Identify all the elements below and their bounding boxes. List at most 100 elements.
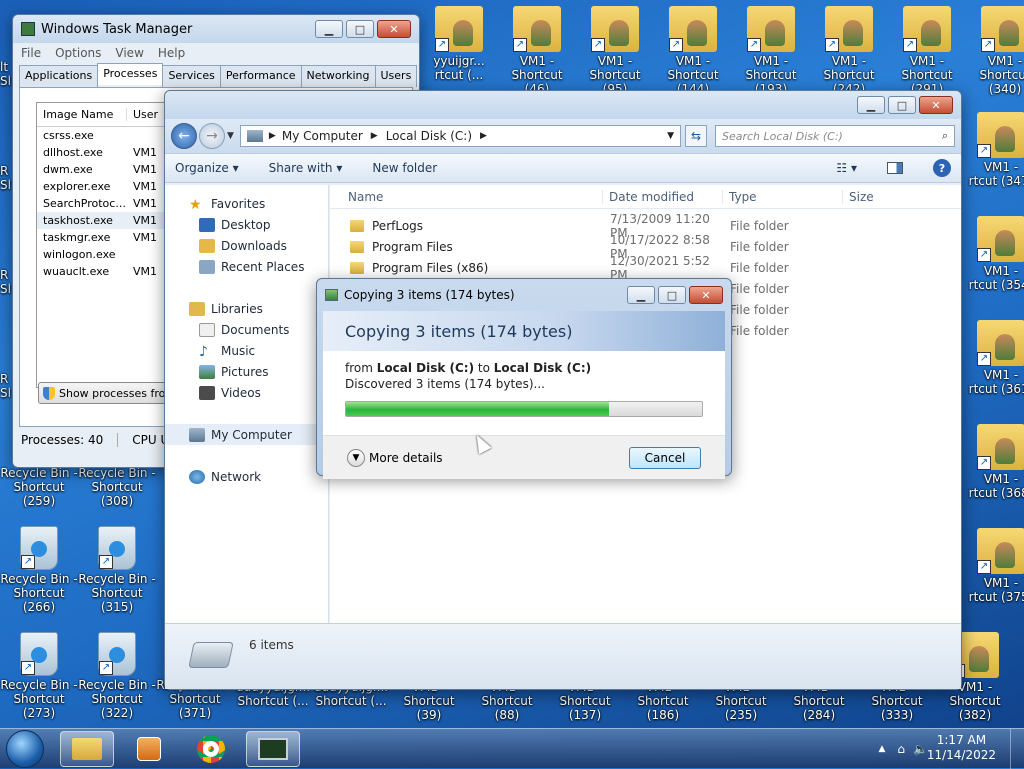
start-button[interactable]: [6, 729, 44, 768]
taskbar-media-player[interactable]: [122, 731, 176, 767]
menu-view[interactable]: View: [115, 46, 143, 60]
column-type[interactable]: Type: [722, 189, 842, 204]
show-processes-button[interactable]: Show processes from: [38, 382, 178, 404]
breadcrumb-my-computer[interactable]: My Computer: [282, 129, 363, 143]
nav-my-computer[interactable]: My Computer: [165, 424, 328, 445]
menu-help[interactable]: Help: [158, 46, 185, 60]
back-button[interactable]: ←: [171, 123, 197, 149]
process-list[interactable]: Image Name User csrss.exe dllhost.exe VM1 d…: [36, 102, 166, 388]
minimize-button[interactable]: ▁: [315, 20, 343, 38]
source-location[interactable]: Local Disk (C:): [377, 361, 474, 375]
tab-users[interactable]: Users: [374, 65, 418, 87]
tab-services[interactable]: Services: [162, 65, 221, 87]
taskbar-chrome[interactable]: [184, 731, 238, 767]
desktop-shortcut[interactable]: ↗ VM1 - rtcut (368): [962, 424, 1024, 500]
desktop-shortcut[interactable]: ↗ VM1 - Shortcut (242): [810, 6, 888, 96]
process-row[interactable]: SearchProtoc... VM1: [37, 195, 165, 212]
share-with-button[interactable]: Share with ▾: [269, 161, 343, 175]
help-icon[interactable]: ?: [933, 159, 951, 177]
desktop-shortcut-partial-label[interactable]: R Sl: [0, 268, 12, 296]
cancel-button[interactable]: Cancel: [629, 446, 701, 469]
more-details-toggle[interactable]: ▼ More details: [347, 448, 443, 467]
column-size[interactable]: Size: [842, 189, 942, 204]
column-date-modified[interactable]: Date modified: [602, 189, 722, 204]
desktop-shortcut[interactable]: ↗ VM1 - rtcut (361): [962, 320, 1024, 396]
process-row[interactable]: dllhost.exe VM1: [37, 144, 165, 161]
tab-processes[interactable]: Processes: [97, 63, 164, 85]
desktop-recycle-bin-shortcut[interactable]: ↗ Recycle Bin - Shortcut (266): [0, 526, 78, 614]
desktop-shortcut[interactable]: ↗ VM1 - rtcut (375): [962, 528, 1024, 604]
chevron-right-icon[interactable]: ▶: [371, 131, 378, 141]
copy-dialog-titlebar[interactable]: Copying 3 items (174 bytes) ▁ □ ✕: [317, 279, 731, 311]
taskbar-task-manager[interactable]: [246, 730, 300, 767]
organize-button[interactable]: Organize ▾: [175, 161, 239, 175]
process-row[interactable]: csrss.exe: [37, 127, 165, 144]
column-name[interactable]: Name: [330, 190, 602, 204]
network-tray-icon[interactable]: ⌂: [897, 742, 905, 756]
forward-button[interactable]: →: [199, 123, 225, 149]
maximize-button[interactable]: □: [346, 20, 374, 38]
maximize-button[interactable]: □: [658, 286, 686, 304]
task-manager-titlebar[interactable]: Windows Task Manager ▁ □ ✕: [13, 15, 419, 43]
show-hidden-icons[interactable]: ▲: [879, 744, 886, 754]
menu-file[interactable]: File: [21, 46, 41, 60]
new-folder-button[interactable]: New folder: [372, 161, 437, 175]
desktop-shortcut[interactable]: ↗ Recycle Bin - Shortcut (322): [78, 632, 156, 720]
close-button[interactable]: ✕: [689, 286, 723, 304]
taskbar-explorer[interactable]: [60, 730, 114, 767]
nav-network[interactable]: Network: [165, 466, 328, 487]
process-row[interactable]: taskhost.exe VM1: [37, 212, 165, 229]
address-bar[interactable]: ▶ My Computer ▶ Local Disk (C:) ▶ ▼: [239, 125, 681, 147]
nav-favorites[interactable]: ★ Favorites: [189, 193, 328, 214]
explorer-titlebar[interactable]: ▁ □ ✕: [165, 91, 961, 119]
preview-pane-icon[interactable]: [887, 162, 903, 174]
column-image-name[interactable]: Image Name: [37, 108, 127, 121]
nav-documents[interactable]: Documents: [189, 319, 328, 340]
search-icon[interactable]: ⌕: [942, 129, 948, 143]
desktop-shortcut[interactable]: ↗ VM1 - Shortcut (46): [498, 6, 576, 96]
volume-icon[interactable]: 🔈: [913, 742, 928, 756]
desktop-shortcut[interactable]: ↗ yyuijgr... rtcut (...: [420, 6, 498, 82]
nav-libraries[interactable]: Libraries: [189, 298, 328, 319]
process-row[interactable]: wuauclt.exe VM1: [37, 263, 165, 280]
desktop-shortcut[interactable]: ↗ VM1 - rtcut (354): [962, 216, 1024, 292]
refresh-button[interactable]: ⇆: [685, 125, 707, 147]
process-row[interactable]: taskmgr.exe VM1: [37, 229, 165, 246]
file-row[interactable]: Program Files (x86) 12/30/2021 5:52 PM Fil…: [330, 254, 961, 282]
nav-videos[interactable]: Videos: [189, 382, 328, 403]
copy-progress-dialog[interactable]: Copying 3 items (174 bytes) ▁ □ ✕ Copyin…: [316, 278, 732, 479]
desktop-shortcut[interactable]: ↗ VM1 - Shortcut (291): [888, 6, 966, 96]
maximize-button[interactable]: □: [888, 96, 916, 114]
address-dropdown-icon[interactable]: ▼: [667, 131, 674, 141]
tab-applications[interactable]: Applications: [19, 65, 99, 87]
desktop-shortcut[interactable]: ↗ VM1 - Shortcut (144): [654, 6, 732, 96]
desktop-shortcut[interactable]: ↗ VM1 - Shortcut (193): [732, 6, 810, 96]
system-clock[interactable]: 1:17 AM 11/14/2022: [927, 733, 996, 763]
desktop-shortcut[interactable]: ↗ VM1 - rtcut (347): [962, 112, 1024, 188]
close-button[interactable]: ✕: [377, 20, 411, 38]
desktop-shortcut[interactable]: ↗ Recycle Bin - Shortcut (273): [0, 632, 78, 720]
desktop-shortcut[interactable]: ↗ VM1 - Shortcut (340): [966, 6, 1024, 96]
minimize-button[interactable]: ▁: [627, 286, 655, 304]
desktop-shortcut-partial-label[interactable]: R Sl: [0, 164, 12, 192]
minimize-button[interactable]: ▁: [857, 96, 885, 114]
tab-networking[interactable]: Networking: [300, 65, 376, 87]
column-user[interactable]: User: [127, 108, 158, 121]
nav-recent-places[interactable]: Recent Places: [189, 256, 328, 277]
search-input[interactable]: Search Local Disk (C:) ⌕: [715, 125, 955, 147]
menu-options[interactable]: Options: [55, 46, 101, 60]
process-row[interactable]: dwm.exe VM1: [37, 161, 165, 178]
nav-desktop[interactable]: Desktop: [189, 214, 328, 235]
destination-location[interactable]: Local Disk (C:): [494, 361, 591, 375]
breadcrumb-local-disk[interactable]: Local Disk (C:): [386, 129, 472, 143]
nav-pictures[interactable]: Pictures: [189, 361, 328, 382]
desktop-shortcut-partial-label[interactable]: R Sl: [0, 372, 12, 400]
nav-downloads[interactable]: Downloads: [189, 235, 328, 256]
recent-pages-dropdown-icon[interactable]: ▼: [227, 131, 234, 141]
desktop-shortcut[interactable]: ↗ VM1 - Shortcut (95): [576, 6, 654, 96]
view-options-icon[interactable]: ☷ ▾: [836, 161, 857, 175]
tab-performance[interactable]: Performance: [219, 65, 302, 87]
show-desktop-button[interactable]: [1010, 729, 1024, 769]
nav-music[interactable]: ♪ Music: [189, 340, 328, 361]
process-row[interactable]: explorer.exe VM1: [37, 178, 165, 195]
